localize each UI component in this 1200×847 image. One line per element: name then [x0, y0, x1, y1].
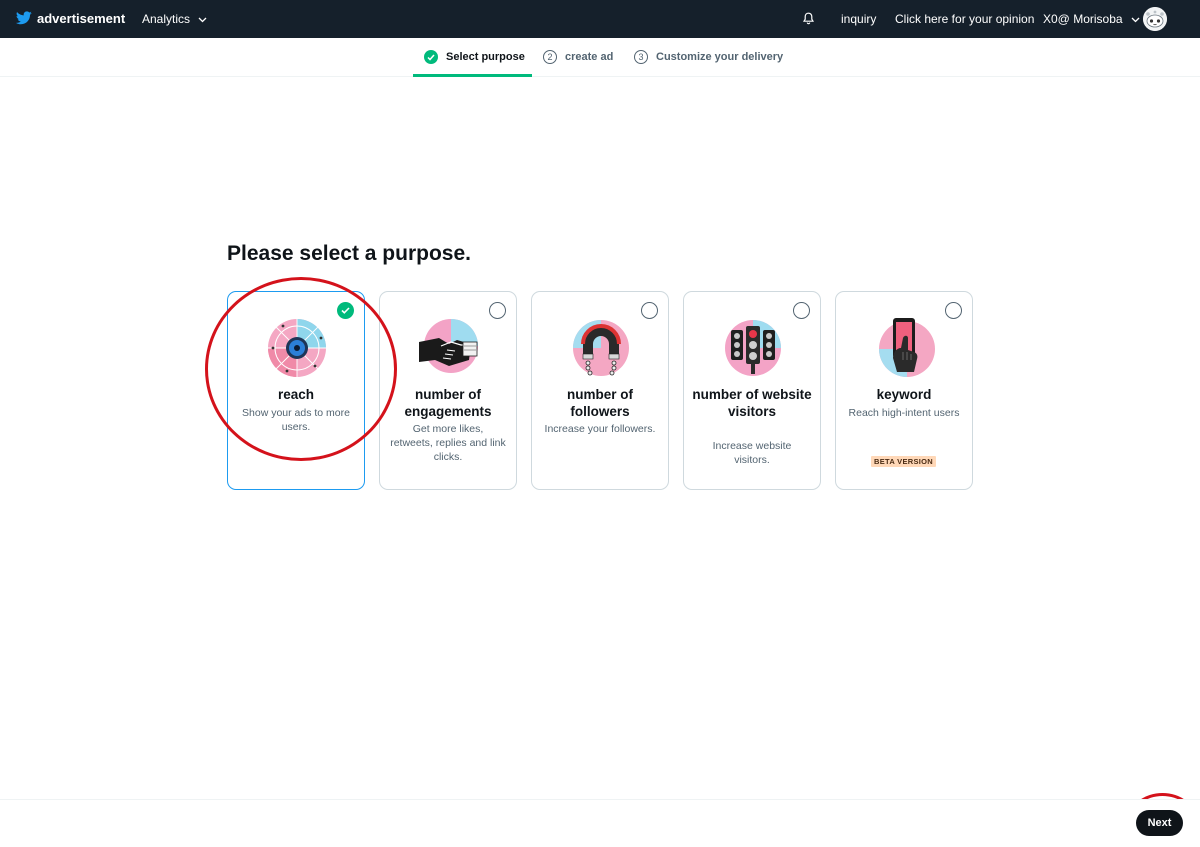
- chevron-down-icon: [198, 17, 207, 23]
- card-title: number of followers: [567, 387, 633, 419]
- inquiry-link[interactable]: inquiry: [841, 12, 876, 26]
- purpose-card-engagements[interactable]: number of engagements Get more likes, re…: [379, 291, 517, 490]
- step-create-ad[interactable]: 2 create ad: [543, 50, 613, 64]
- magnet-illustration: [573, 320, 629, 376]
- step-select-purpose[interactable]: Select purpose: [424, 50, 525, 64]
- page-title: Please select a purpose.: [227, 242, 471, 265]
- card-description: Get more likes, retweets, replies and li…: [390, 423, 506, 463]
- check-circle-icon: [424, 50, 438, 64]
- beta-badge: BETA VERSION: [871, 456, 937, 467]
- card-title: keyword: [876, 387, 932, 402]
- purpose-card-followers[interactable]: number of followers Increase your follow…: [531, 291, 669, 490]
- avatar[interactable]: [1143, 7, 1167, 31]
- twitter-bird-icon[interactable]: [15, 11, 32, 30]
- purpose-card-website-visitors[interactable]: number of website visitors Increase webs…: [683, 291, 821, 490]
- card-title: number of website visitors: [692, 387, 812, 419]
- active-step-indicator: [413, 74, 532, 77]
- step-customize-delivery[interactable]: 3 Customize your delivery: [634, 50, 783, 64]
- account-switcher[interactable]: X0@ Morisoba: [1043, 12, 1140, 26]
- analytics-label: Analytics: [142, 12, 191, 26]
- radar-target-illustration: [268, 319, 326, 377]
- radio-button[interactable]: [489, 302, 506, 319]
- selected-check-icon[interactable]: [337, 302, 354, 319]
- card-title: number of engagements: [404, 387, 492, 419]
- step-number: 2: [543, 50, 557, 64]
- step-number: 3: [634, 50, 648, 64]
- card-description: Reach high-intent users: [848, 407, 960, 419]
- purpose-card-reach[interactable]: reach Show your ads to more users.: [227, 291, 365, 490]
- chevron-down-icon: [1131, 17, 1140, 23]
- feedback-link[interactable]: Click here for your opinion: [895, 12, 1034, 26]
- campaign-stepper: Select purpose 2 create ad 3 Customize y…: [0, 38, 1200, 77]
- card-description: Increase website visitors.: [712, 440, 792, 466]
- top-navigation-bar: advertisement Analytics inquiry Click he…: [0, 0, 1200, 38]
- traffic-light-illustration: [725, 320, 781, 376]
- phone-hand-illustration: [879, 318, 935, 377]
- radio-button[interactable]: [641, 302, 658, 319]
- account-name: X0@ Morisoba: [1043, 12, 1123, 26]
- step-label: Customize your delivery: [656, 51, 784, 63]
- purpose-card-keyword[interactable]: keyword Reach high-intent users BETA VER…: [835, 291, 973, 490]
- card-title: reach: [277, 387, 315, 402]
- handshake-illustration: [419, 319, 478, 373]
- card-description: Show your ads to more users.: [242, 407, 350, 433]
- next-button[interactable]: Next: [1136, 810, 1183, 836]
- card-description: Increase your followers.: [544, 423, 656, 435]
- radio-button[interactable]: [793, 302, 810, 319]
- step-label: Select purpose: [446, 51, 525, 63]
- step-label: create ad: [565, 51, 614, 63]
- analytics-menu[interactable]: Analytics: [142, 12, 207, 26]
- notification-bell-icon[interactable]: [802, 12, 815, 30]
- brand-title[interactable]: advertisement: [37, 11, 125, 26]
- footer-bar: [0, 799, 1200, 847]
- radio-button[interactable]: [945, 302, 962, 319]
